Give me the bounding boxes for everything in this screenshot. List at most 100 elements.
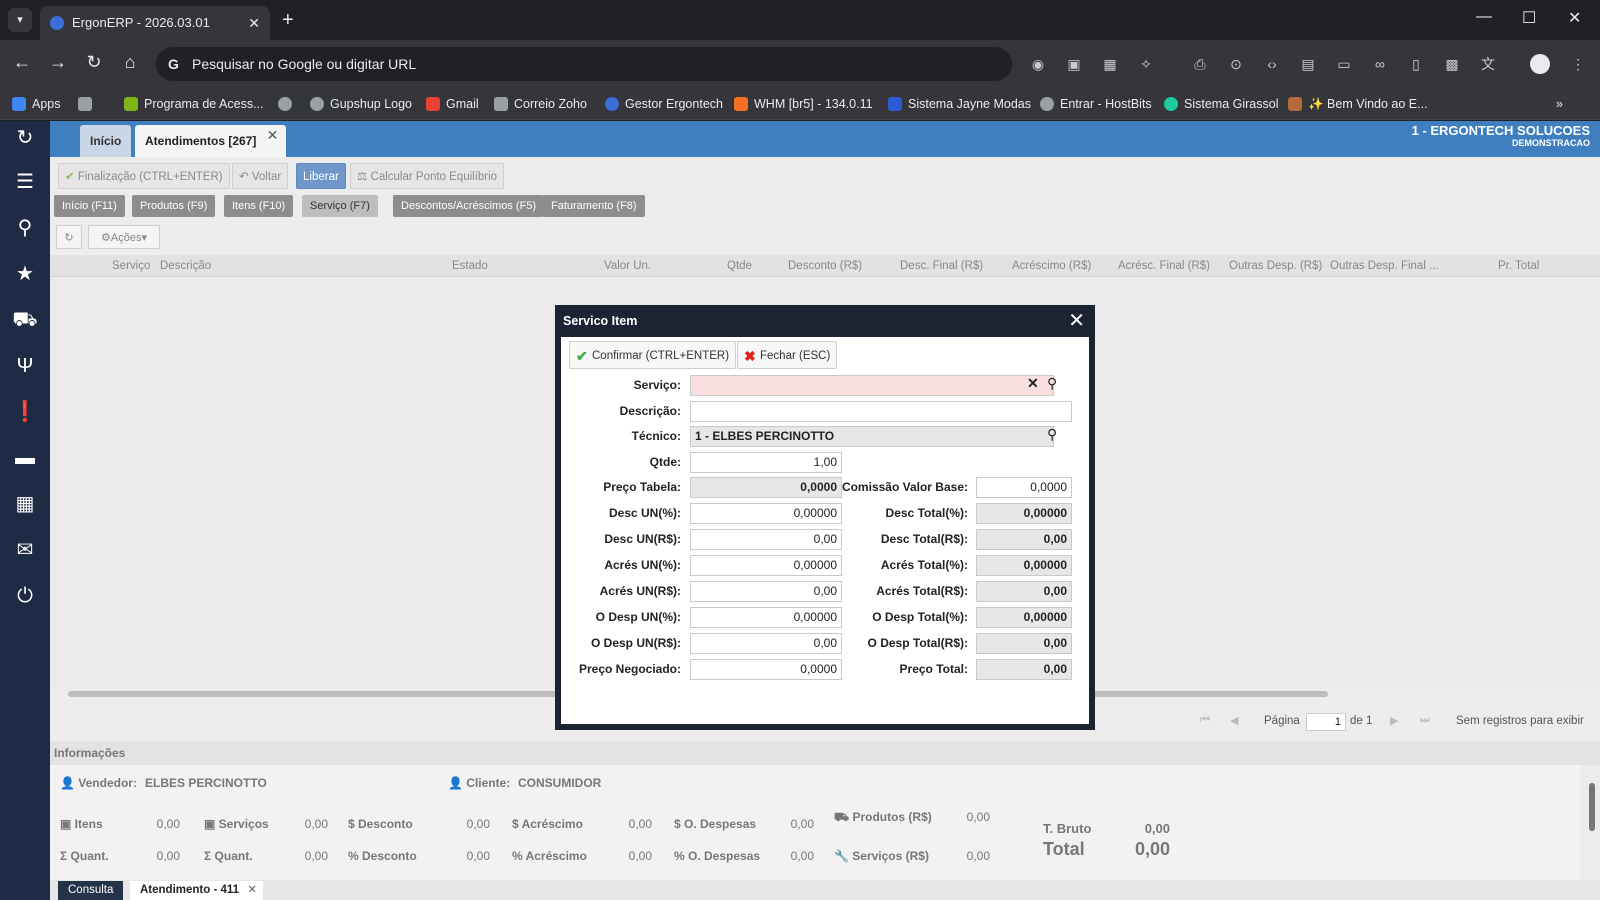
back-icon[interactable]: ←	[10, 52, 34, 73]
equilibrium-button[interactable]: ⚖ Calcular Ponto Equilíbrio	[350, 163, 505, 189]
odesp-total-rs-input[interactable]: 0,00	[976, 633, 1072, 654]
extension-icon[interactable]: ▣	[1064, 54, 1084, 74]
table-icon[interactable]: ▤	[1298, 54, 1318, 74]
bookmark-gupshup[interactable]: Gupshup Logo	[310, 88, 412, 120]
acres-un-pct-input[interactable]: 0,00000	[690, 555, 842, 576]
translate-icon[interactable]: 文	[1478, 54, 1498, 74]
forward-icon[interactable]: →	[46, 52, 70, 73]
bookmark-bemvindo[interactable]: ✨ Bem Vindo ao E...	[1288, 88, 1428, 120]
preco-tabela-input[interactable]: 0,0000	[690, 477, 842, 498]
section-faturamento[interactable]: Faturamento (F8)	[543, 195, 645, 217]
mail-icon[interactable]: ✉	[12, 537, 38, 563]
first-page-icon[interactable]: ⏮	[1200, 714, 1216, 728]
close-button[interactable]: ✖ Fechar (ESC)	[737, 341, 838, 369]
bookmark-jayne[interactable]: Sistema Jayne Modas	[888, 88, 1031, 120]
maximize-icon[interactable]: ☐	[1522, 8, 1536, 28]
link-icon[interactable]: ∞	[1370, 54, 1390, 74]
restaurant-icon[interactable]: Ψ	[12, 353, 38, 379]
last-page-icon[interactable]: ⏭	[1420, 714, 1436, 728]
bookmark-hostbits[interactable]: Entrar - HostBits	[1040, 88, 1152, 120]
extension-icon[interactable]: ◉	[1028, 54, 1048, 74]
desc-total-rs-input[interactable]: 0,00	[976, 529, 1072, 550]
clear-icon[interactable]: ✕	[1027, 375, 1039, 392]
home-icon[interactable]: ⌂	[118, 52, 142, 73]
menu-icon[interactable]: ⋮	[1568, 54, 1588, 74]
odesp-un-rs-input[interactable]: 0,00	[690, 633, 842, 654]
close-window-icon[interactable]: ✕	[1568, 8, 1581, 28]
bookmark-gestor[interactable]: Gestor Ergontech	[605, 88, 723, 120]
print-icon[interactable]: ⎙	[1190, 54, 1210, 74]
col-descricao[interactable]: Descrição	[160, 255, 211, 277]
reload-icon[interactable]: ↻	[82, 52, 106, 73]
browser-tab[interactable]: ErgonERP - 2026.03.01 ✕	[40, 6, 270, 40]
col-acrescimo[interactable]: Acréscimo (R$)	[1012, 255, 1091, 277]
prev-page-icon[interactable]: ◀	[1230, 714, 1246, 728]
tecnico-input[interactable]: 1 - ELBES PERCINOTTO	[690, 426, 1054, 447]
code-icon[interactable]: ‹›	[1262, 54, 1282, 74]
section-produtos[interactable]: Produtos (F9)	[132, 195, 216, 217]
odesp-total-pct-input[interactable]: 0,00000	[976, 607, 1072, 628]
servico-input[interactable]	[690, 375, 1054, 396]
acres-total-pct-input[interactable]: 0,00000	[976, 555, 1072, 576]
minimize-icon[interactable]: —	[1476, 8, 1492, 26]
search-icon[interactable]: ⚲	[1047, 375, 1057, 392]
logo-icon[interactable]: ↻	[12, 125, 38, 151]
qtde-input[interactable]: 1,00	[690, 452, 842, 473]
bookmark-whm[interactable]: WHM [br5] - 134.0.11	[734, 88, 873, 120]
col-pr-total[interactable]: Pr. Total	[1498, 255, 1539, 277]
odesp-un-pct-input[interactable]: 0,00000	[690, 607, 842, 628]
new-tab-button[interactable]: +	[282, 8, 294, 32]
bookmark-globe[interactable]	[278, 88, 298, 120]
actions-dropdown[interactable]: ⚙Ações▾	[88, 225, 160, 249]
col-desconto[interactable]: Desconto (R$)	[788, 255, 862, 277]
bookmark-zoho[interactable]: Correio Zoho	[494, 88, 587, 120]
puzzle-icon[interactable]: ✧	[1136, 54, 1156, 74]
qr-icon[interactable]: ▩	[1442, 54, 1462, 74]
search-icon[interactable]: ⚲	[12, 215, 38, 241]
close-tab-icon[interactable]: ✕	[247, 881, 257, 900]
bookmark-girassol[interactable]: Sistema Girassol	[1164, 88, 1278, 120]
col-outras-desp[interactable]: Outras Desp. (R$)	[1229, 255, 1322, 277]
section-servico[interactable]: Serviço (F7)	[302, 195, 378, 217]
devices-icon[interactable]: ▭	[1334, 54, 1354, 74]
col-desc-final[interactable]: Desc. Final (R$)	[900, 255, 983, 277]
tab-inicio[interactable]: Início	[80, 125, 132, 157]
col-qtde[interactable]: Qtde	[727, 255, 752, 277]
comissao-input[interactable]: 0,0000	[976, 477, 1072, 498]
more-bookmarks-icon[interactable]: »	[1556, 88, 1563, 120]
search-icon[interactable]: ⚲	[1047, 426, 1057, 443]
close-tab-icon[interactable]: ✕	[248, 6, 260, 40]
page-input[interactable]: 1	[1306, 713, 1346, 731]
release-button[interactable]: Liberar	[296, 163, 346, 189]
bookmark-programa[interactable]: Programa de Acess...	[124, 88, 264, 120]
tab-atendimento[interactable]: Atendimento - 411 ✕	[130, 881, 264, 900]
alert-icon[interactable]: ❗	[12, 399, 38, 425]
section-itens[interactable]: Itens (F10)	[224, 195, 294, 217]
address-bar[interactable]: G Pesquisar no Google ou digitar URL	[156, 47, 1012, 81]
next-page-icon[interactable]: ▶	[1390, 714, 1406, 728]
bookmark-gmail[interactable]: Gmail	[426, 88, 479, 120]
desc-total-pct-input[interactable]: 0,00000	[976, 503, 1072, 524]
col-acresc-final[interactable]: Acrésc. Final (R$)	[1118, 255, 1210, 277]
list-icon[interactable]: ☰	[12, 169, 38, 195]
star-icon[interactable]: ★	[12, 261, 38, 287]
col-valor-un[interactable]: Valor Un.	[604, 255, 651, 277]
preco-total-input[interactable]: 0,00	[976, 659, 1072, 680]
chat-icon[interactable]: ▬	[12, 445, 38, 471]
acres-total-rs-input[interactable]: 0,00	[976, 581, 1072, 602]
preco-negociado-input[interactable]: 0,0000	[690, 659, 842, 680]
cart-icon[interactable]: ⛟	[12, 307, 38, 333]
close-tab-icon[interactable]: ✕	[267, 119, 279, 151]
extension-icon[interactable]: ▦	[1100, 54, 1120, 74]
desc-un-rs-input[interactable]: 0,00	[690, 529, 842, 550]
back-button[interactable]: ↶ Voltar	[232, 163, 289, 189]
profile-avatar[interactable]	[1530, 54, 1550, 74]
descricao-input[interactable]	[690, 401, 1072, 422]
tab-search-icon[interactable]: ▾	[8, 8, 32, 32]
col-estado[interactable]: Estado	[452, 255, 488, 277]
bookmark-grid[interactable]	[78, 88, 98, 120]
section-descontos[interactable]: Descontos/Acréscimos (F5)	[393, 195, 545, 217]
screenshot-icon[interactable]: ⊙	[1226, 54, 1246, 74]
reader-icon[interactable]: ▯	[1406, 54, 1426, 74]
section-inicio[interactable]: Início (F11)	[54, 195, 125, 217]
